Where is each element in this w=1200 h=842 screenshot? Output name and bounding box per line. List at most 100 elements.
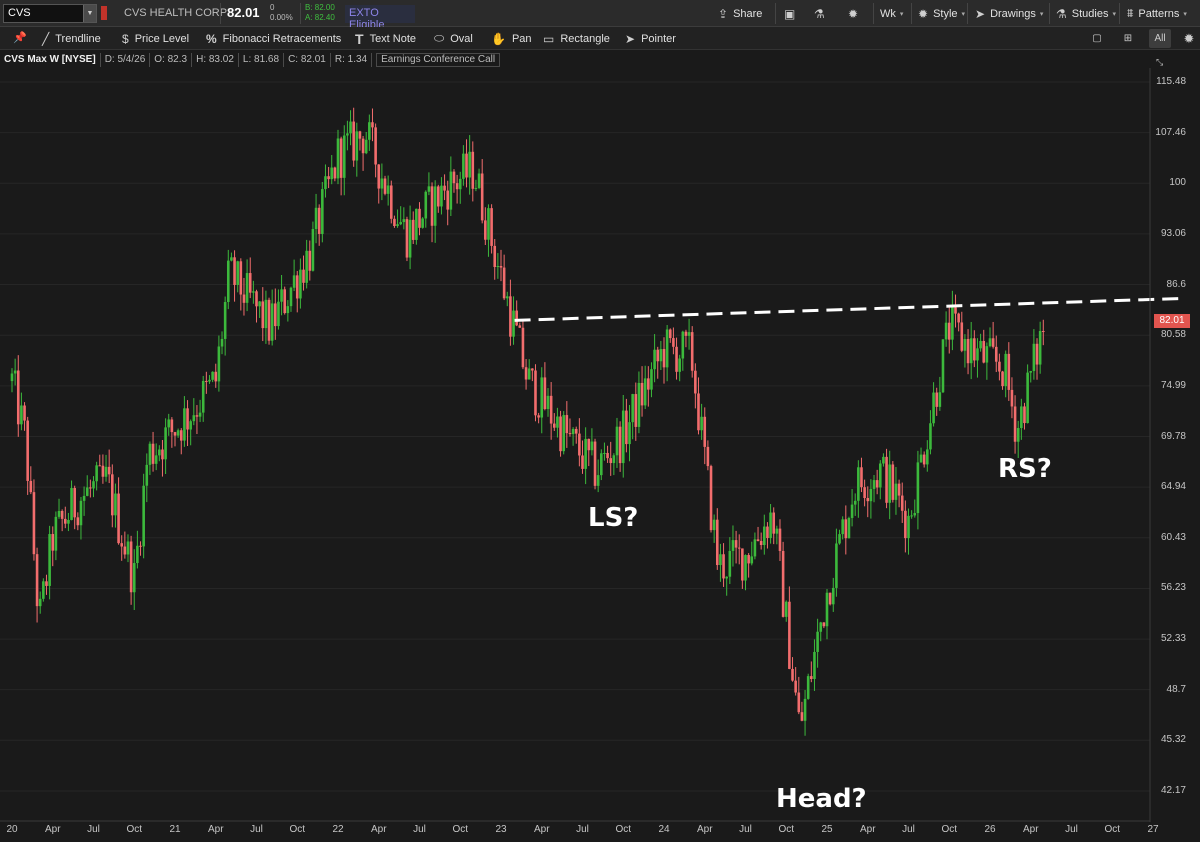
candle-body <box>662 349 666 368</box>
candle-body <box>659 349 663 362</box>
candle-body <box>882 456 885 464</box>
candle-body <box>311 228 315 271</box>
candle-body <box>1013 406 1017 442</box>
candle-body <box>534 370 537 416</box>
time-tick-label: 20 <box>6 824 18 835</box>
candle-body <box>104 466 108 477</box>
candle-body <box>114 493 117 516</box>
candle-body <box>803 698 807 721</box>
candle-body <box>857 467 860 501</box>
time-tick-label: 27 <box>1147 824 1159 835</box>
candle-body <box>621 410 625 464</box>
candle-body <box>741 548 744 581</box>
candle-body <box>1035 343 1039 365</box>
candle-body <box>396 224 399 227</box>
candle-body <box>841 519 844 535</box>
candle-body <box>772 512 776 534</box>
candle-body <box>637 382 641 427</box>
time-tick-label: Apr <box>44 824 61 835</box>
candle-body <box>527 368 531 380</box>
candle-body <box>505 296 509 299</box>
candle-body <box>916 462 920 514</box>
candle-body <box>302 269 305 283</box>
candle-body <box>430 186 434 226</box>
candle-body <box>208 379 211 382</box>
candle-body <box>60 510 64 519</box>
candle-body <box>678 358 681 372</box>
candle-body <box>747 555 750 564</box>
candle-body <box>368 122 371 140</box>
candle-body <box>756 539 760 541</box>
candle-body <box>672 338 675 347</box>
candle-body <box>45 581 48 586</box>
candle-body <box>349 121 352 134</box>
candle-body <box>339 138 343 178</box>
candle-body <box>255 291 258 307</box>
annotation-head[interactable]: Head? <box>776 784 867 814</box>
candle-body <box>223 301 227 339</box>
candle-body <box>383 178 387 194</box>
time-tick-label: 25 <box>821 824 833 835</box>
candle-body <box>107 466 111 475</box>
candle-body <box>230 257 233 261</box>
candle-body <box>675 346 678 372</box>
candle-body <box>562 415 565 452</box>
candle-body <box>455 183 459 190</box>
candle-body <box>998 361 1001 372</box>
candle-body <box>690 332 694 371</box>
candle-body <box>521 327 525 368</box>
candle-body <box>816 631 819 652</box>
candle-body <box>784 601 788 617</box>
candle-body <box>267 299 271 341</box>
candle-body <box>581 455 584 469</box>
candle-body <box>640 382 644 406</box>
candle-body <box>979 340 982 349</box>
candle-body <box>728 550 732 577</box>
candle-body <box>709 466 713 531</box>
candle-body <box>167 419 171 428</box>
candle-body <box>512 310 515 337</box>
candle-body <box>540 377 544 418</box>
candle-body <box>477 173 481 188</box>
candle-body <box>126 541 130 555</box>
price-tick-label: 60.43 <box>1160 531 1186 543</box>
candle-body <box>499 265 503 268</box>
candle-body <box>828 592 832 605</box>
candle-body <box>440 185 443 207</box>
candle-body <box>211 371 214 380</box>
candle-body <box>565 415 569 434</box>
candle-body <box>712 519 716 531</box>
time-tick-label: Oct <box>289 824 306 835</box>
candle-body <box>443 185 446 191</box>
candle-body <box>847 517 851 539</box>
candle-body <box>380 178 384 189</box>
candle-body <box>806 676 810 699</box>
candle-body <box>650 369 653 390</box>
price-tick-label: 80.58 <box>1160 329 1186 341</box>
candle-body <box>415 208 418 240</box>
annotation-left-shoulder[interactable]: LS? <box>588 503 638 533</box>
candle-body <box>201 380 205 413</box>
candle-body <box>574 428 578 434</box>
candle-body <box>493 245 497 268</box>
price-tick-label: 115.48 <box>1156 76 1186 87</box>
candle-body <box>132 563 136 593</box>
candle-body <box>853 500 857 505</box>
candle-body <box>129 541 133 593</box>
candle-body <box>192 415 196 422</box>
candle-body <box>139 545 142 547</box>
candle-body <box>831 587 835 605</box>
annotation-right-shoulder[interactable]: RS? <box>998 454 1052 484</box>
candle-body <box>891 464 895 500</box>
time-tick-label: Jul <box>1065 824 1078 835</box>
candle-body <box>245 273 249 303</box>
candle-body <box>236 261 239 285</box>
candle-body <box>587 438 591 451</box>
candle-body <box>719 554 722 566</box>
candle-body <box>154 455 158 464</box>
candle-body <box>57 510 61 517</box>
candle-body <box>568 433 572 435</box>
candle-body <box>98 465 102 467</box>
price-chart[interactable] <box>0 0 1200 842</box>
candle-body <box>1004 353 1007 387</box>
